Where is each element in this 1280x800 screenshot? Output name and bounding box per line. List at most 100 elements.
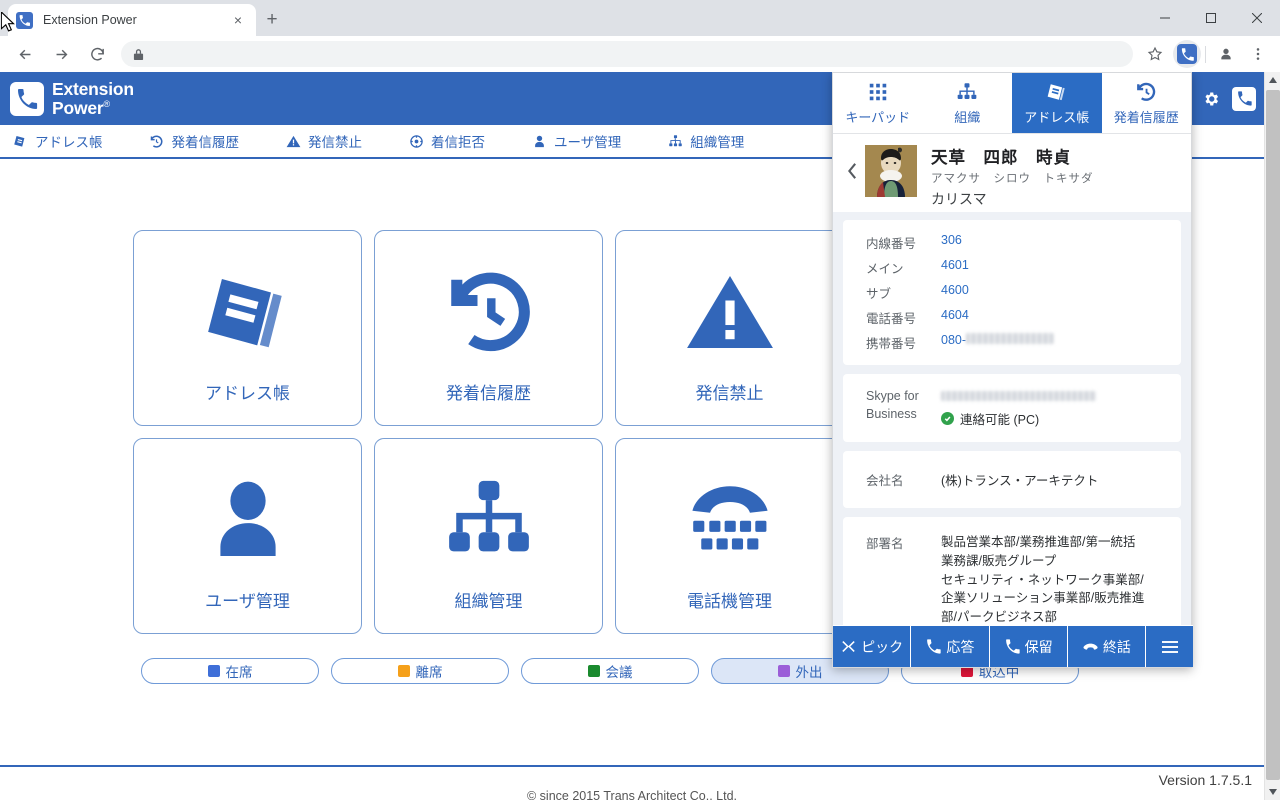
tile-label: 組織管理	[455, 587, 523, 612]
address-book-icon	[12, 133, 28, 149]
scrollbar-thumb[interactable]	[1266, 90, 1280, 780]
nav-item-outgoing-block[interactable]: 発信禁止	[285, 131, 362, 151]
detail-value[interactable]: 080-	[941, 333, 966, 352]
back-arrow-icon[interactable]	[11, 40, 39, 68]
tile-org-management[interactable]: 組織管理	[374, 438, 603, 634]
org-chart-icon	[956, 80, 978, 104]
popup-tab-org[interactable]: 組織	[923, 73, 1013, 133]
popup-tab-address-book[interactable]: アドレス帳	[1012, 73, 1102, 133]
brand-line-2: Power	[52, 98, 104, 118]
tile-outgoing-block[interactable]: 発信禁止	[615, 230, 844, 426]
browser-tab[interactable]: Extension Power ×	[8, 4, 256, 36]
detail-row: 携帯番号 080-	[843, 330, 1181, 355]
nav-item-address-book[interactable]: アドレス帳	[12, 131, 103, 151]
nav-item-org-management[interactable]: 組織管理	[667, 131, 744, 151]
status-button-present[interactable]: 在席	[141, 658, 319, 684]
tab-strip: Extension Power × +	[0, 0, 1280, 36]
contact-name: 天草 四郎 時貞	[931, 144, 1094, 168]
status-label: 外出	[796, 661, 823, 681]
detail-value[interactable]: 306	[941, 233, 962, 252]
tile-address-book[interactable]: アドレス帳	[133, 230, 362, 426]
hold-button[interactable]: 保留	[990, 626, 1068, 667]
detail-row: 部署名 製品営業本部/業務推進部/第一統括業務課/販売グループ セキュリティ・ネ…	[843, 530, 1181, 630]
presence-status: 連絡可能 (PC)	[941, 409, 1096, 428]
action-label: ピック	[861, 637, 903, 657]
end-call-button[interactable]: 終話	[1068, 626, 1146, 667]
chevron-left-icon[interactable]	[841, 143, 863, 199]
star-icon[interactable]	[1141, 40, 1169, 68]
popup-tab-keypad[interactable]: キーパッド	[833, 73, 923, 133]
detail-value[interactable]: 4604	[941, 308, 969, 327]
popup-tab-label: キーパッド	[845, 107, 910, 126]
status-button-meeting[interactable]: 会議	[521, 658, 699, 684]
skype-row: Skype forBusiness 連絡可能 (PC)	[843, 385, 1181, 430]
company-card: 会社名 (株)トランス・アーキテクト	[843, 451, 1181, 508]
forward-arrow-icon[interactable]	[47, 40, 75, 68]
app-header-actions	[1200, 72, 1256, 125]
skype-value-block: 連絡可能 (PC)	[941, 387, 1096, 428]
org-chart-icon	[667, 133, 683, 149]
page-scrollbar[interactable]	[1264, 72, 1280, 800]
new-tab-button[interactable]: +	[258, 6, 286, 34]
profile-icon[interactable]	[1212, 40, 1240, 68]
mouse-cursor	[1, 12, 15, 32]
skype-label: Skype forBusiness	[843, 387, 941, 428]
detail-value[interactable]: 4600	[941, 283, 969, 302]
phone-icon	[16, 12, 33, 29]
nav-item-user-management[interactable]: ユーザ管理	[531, 131, 621, 151]
detail-row: 内線番号 306	[843, 230, 1181, 255]
answer-button[interactable]: 応答	[911, 626, 989, 667]
status-color-chip	[588, 665, 600, 677]
pick-call-button[interactable]: ピック	[833, 626, 911, 667]
detail-row: 電話番号 4604	[843, 305, 1181, 330]
skype-card: Skype forBusiness 連絡可能 (PC)	[843, 374, 1181, 442]
reload-icon[interactable]	[83, 40, 111, 68]
maximize-icon[interactable]	[1188, 0, 1234, 36]
scroll-up-icon[interactable]	[1265, 72, 1280, 88]
tile-phone-management[interactable]: 電話機管理	[615, 438, 844, 634]
popup-tab-call-history[interactable]: 発着信履歴	[1102, 73, 1192, 133]
contact-details: 内線番号 306 メイン 4601 サブ 4600 電話番号 4604	[833, 212, 1191, 667]
status-label: 離席	[416, 661, 443, 681]
toolbar-divider	[1205, 46, 1206, 63]
tile-call-history[interactable]: 発着信履歴	[374, 230, 603, 426]
extension-power-icon[interactable]	[1173, 40, 1201, 68]
keypad-icon	[867, 80, 889, 104]
status-label: 会議	[606, 661, 633, 681]
three-dot-menu-icon[interactable]	[1244, 40, 1272, 68]
status-color-chip	[208, 665, 220, 677]
nav-item-incoming-reject[interactable]: 着信拒否	[408, 131, 485, 151]
popup-tab-bar: キーパッド 組織 アドレス帳	[833, 73, 1191, 134]
history-icon	[443, 263, 535, 361]
call-action-bar: ピック 応答 保留 終話	[833, 625, 1193, 667]
nav-item-call-history[interactable]: 発着信履歴	[149, 131, 240, 151]
detail-label: 内線番号	[843, 233, 941, 252]
detail-value: 製品営業本部/業務推進部/第一統括業務課/販売グループ セキュリティ・ネットワー…	[941, 533, 1146, 627]
minimize-icon[interactable]	[1142, 0, 1188, 36]
status-color-chip	[778, 665, 790, 677]
copyright-text: © since 2015 Trans Architect Co., Ltd.	[0, 789, 1264, 800]
gear-icon[interactable]	[1200, 88, 1222, 110]
presence-text: 連絡可能 (PC)	[960, 409, 1039, 428]
tile-user-management[interactable]: ユーザ管理	[133, 438, 362, 634]
close-icon[interactable]: ×	[228, 10, 248, 30]
masked-skype-address	[941, 391, 1096, 401]
browser-toolbar	[0, 36, 1280, 72]
popup-tab-label: 組織	[954, 107, 980, 126]
tile-label: 発着信履歴	[446, 379, 531, 404]
tile-row: ユーザ管理 組織管理 電話機管理	[133, 438, 844, 634]
hamburger-menu-icon[interactable]	[1146, 626, 1193, 667]
app-brand: Extension Power®	[10, 80, 134, 118]
detail-value[interactable]: 4601	[941, 258, 969, 277]
scroll-down-icon[interactable]	[1265, 784, 1280, 800]
status-button-away[interactable]: 離席	[331, 658, 509, 684]
phone-icon[interactable]	[1232, 87, 1256, 111]
detail-label: 部署名	[843, 533, 941, 627]
history-icon	[1135, 80, 1157, 104]
nav-label: 発信禁止	[308, 131, 362, 151]
version-text: Version 1.7.5.1	[1159, 772, 1252, 788]
detail-value: (株)トランス・アーキテクト	[941, 470, 1098, 489]
extension-popup: キーパッド 組織 アドレス帳	[832, 72, 1192, 668]
close-icon[interactable]	[1234, 0, 1280, 36]
address-bar[interactable]	[121, 41, 1133, 67]
